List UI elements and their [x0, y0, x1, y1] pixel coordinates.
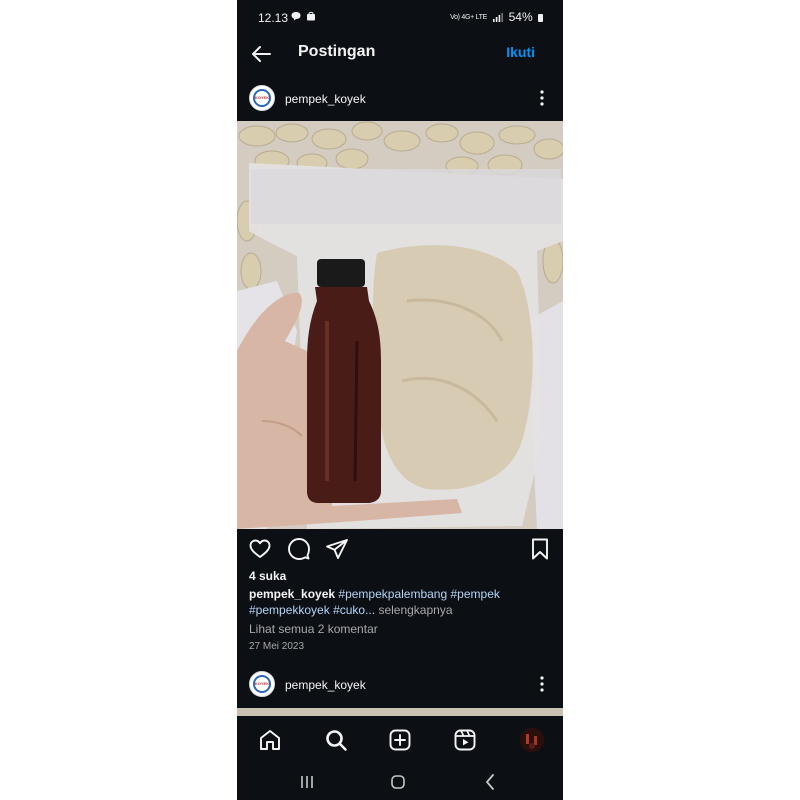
- avatar[interactable]: KOYEK: [249, 85, 275, 111]
- next-post-username[interactable]: pempek_koyek: [285, 678, 366, 692]
- top-bar: Postingan Ikuti: [237, 34, 563, 72]
- share-send-icon[interactable]: [325, 537, 349, 561]
- page-title: Postingan: [298, 43, 376, 60]
- post-caption: pempek_koyek #pempekpalembang #pempek #p…: [249, 586, 549, 618]
- more-options-icon[interactable]: [533, 675, 551, 693]
- post-image-illustration: [237, 121, 563, 529]
- next-post-image[interactable]: [237, 708, 563, 716]
- back-chevron-icon[interactable]: [480, 772, 500, 792]
- recent-apps-icon[interactable]: [297, 772, 317, 792]
- profile-avatar-image: [520, 728, 544, 752]
- next-post-header: KOYEK pempek_koyek: [237, 663, 563, 707]
- bookmark-icon[interactable]: [528, 537, 552, 561]
- hashtag[interactable]: #pempekkoyek: [249, 603, 330, 617]
- post-header: KOYEK pempek_koyek: [237, 77, 563, 121]
- comment-icon[interactable]: [287, 537, 311, 561]
- home-icon[interactable]: [258, 728, 282, 752]
- battery-percent: 54%: [508, 10, 533, 24]
- system-nav-bar: [237, 764, 563, 800]
- more-options-icon[interactable]: [533, 89, 551, 107]
- chat-bubble-icon: [291, 12, 301, 21]
- like-heart-icon[interactable]: [248, 537, 272, 561]
- avatar-logo-text: KOYEK: [254, 681, 270, 686]
- post-date: 27 Mei 2023: [249, 641, 305, 652]
- likes-count[interactable]: 4 suka: [249, 569, 286, 583]
- follow-button[interactable]: Ikuti: [506, 44, 535, 60]
- view-comments-link[interactable]: Lihat semua 2 komentar: [249, 622, 378, 636]
- search-icon[interactable]: [324, 728, 348, 752]
- see-more-link[interactable]: selengkapnya: [378, 603, 452, 617]
- hashtag[interactable]: #cuko...: [333, 603, 375, 617]
- caption-username[interactable]: pempek_koyek: [249, 587, 335, 601]
- post-actions: [237, 537, 563, 563]
- status-time: 12.13: [258, 11, 289, 25]
- profile-avatar[interactable]: [520, 728, 544, 752]
- phone-screen: 12.13 Vo) 4G+ LTE 54% Postingan Ikuti KO…: [237, 0, 563, 800]
- hashtag[interactable]: #pempekpalembang: [338, 587, 447, 601]
- shopping-bag-icon: [306, 11, 315, 21]
- avatar-logo-text: KOYEK: [254, 95, 270, 100]
- back-arrow-icon[interactable]: [249, 42, 273, 66]
- reels-icon[interactable]: [453, 728, 477, 752]
- signal-icon: [493, 13, 504, 22]
- home-circle-icon[interactable]: [388, 772, 408, 792]
- post-username[interactable]: pempek_koyek: [285, 92, 366, 106]
- network-indicator: Vo) 4G+ LTE: [450, 14, 487, 22]
- hashtag[interactable]: #pempek: [451, 587, 500, 601]
- avatar[interactable]: KOYEK: [249, 671, 275, 697]
- post-image[interactable]: [237, 121, 563, 529]
- bottom-nav: [237, 716, 563, 764]
- create-post-icon[interactable]: [388, 728, 412, 752]
- status-bar: 12.13 Vo) 4G+ LTE 54%: [237, 0, 563, 34]
- battery-icon: [538, 14, 543, 22]
